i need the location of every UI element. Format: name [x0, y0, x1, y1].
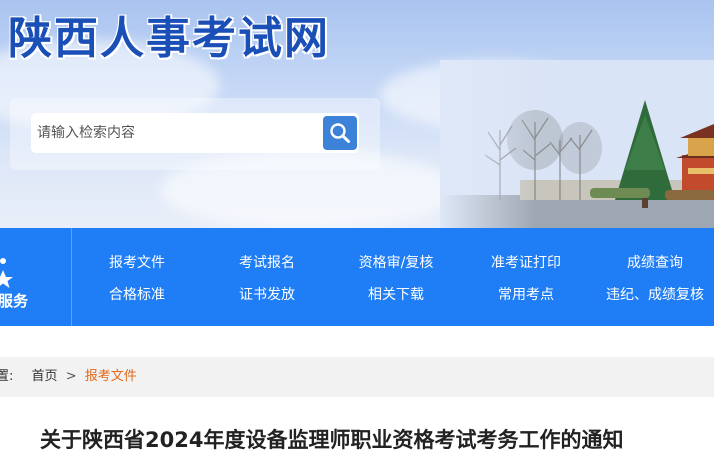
nav-item-exam-registration[interactable]: 考试报名	[239, 252, 295, 272]
nav-item-pass-standard[interactable]: 合格标准	[109, 284, 165, 304]
nav-item-score-query[interactable]: 成绩查询	[627, 252, 683, 272]
nav-item-downloads[interactable]: 相关下载	[368, 284, 424, 304]
campus-photo	[440, 60, 714, 228]
nav-item-exam-sites[interactable]: 常用考点	[498, 284, 554, 304]
breadcrumb-prefix: 置:	[0, 369, 14, 384]
breadcrumb-separator: >	[65, 369, 77, 384]
nav-row-2: 合格标准 证书发放 相关下载 常用考点 违纪、成绩复核	[72, 284, 714, 304]
nav-row-1: 报考文件 考试报名 资格审/复核 准考证打印 成绩查询	[72, 252, 714, 272]
nav-item-violation-review[interactable]: 违纪、成绩复核	[606, 284, 704, 304]
breadcrumb-current[interactable]: 报考文件	[85, 357, 137, 397]
service-block[interactable]: 服务	[0, 228, 72, 326]
star-icon	[0, 258, 13, 288]
search-button[interactable]	[323, 116, 357, 150]
service-label: 服务	[0, 292, 29, 310]
nav-item-qualification-review[interactable]: 资格审/复核	[359, 252, 434, 272]
search-button-wrap	[321, 113, 359, 153]
site-title[interactable]: 陕西人事考试网	[8, 2, 330, 66]
search-icon	[330, 123, 350, 143]
nav-item-exam-documents[interactable]: 报考文件	[109, 252, 165, 272]
nav-item-admission-ticket[interactable]: 准考证打印	[491, 252, 561, 272]
article-title: 关于陕西省2024年度设备监理师职业资格考试考务工作的通知	[40, 428, 624, 452]
search-input[interactable]	[31, 113, 321, 153]
main-nav: 服务 报考文件 考试报名 资格审/复核 准考证打印 成绩查询 合格标准 证书发放…	[0, 228, 714, 326]
breadcrumb-home[interactable]: 首页	[32, 357, 58, 397]
nav-item-certificate-issuance[interactable]: 证书发放	[239, 284, 295, 304]
breadcrumb: 置: 首页 > 报考文件	[0, 357, 714, 397]
